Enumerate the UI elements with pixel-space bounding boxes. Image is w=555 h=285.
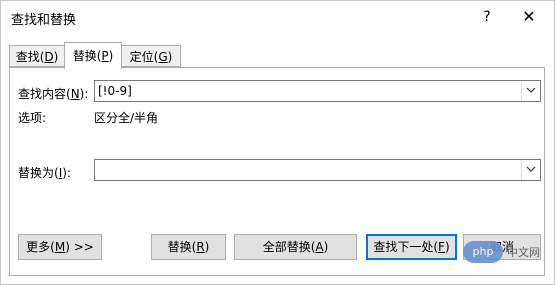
- find-input[interactable]: [!0-9]: [94, 80, 541, 102]
- find-replace-dialog: 查找和替换 ? ✕ 查找(D) 替换(P) 定位(G) 查找内容(N): [!0…: [0, 0, 555, 285]
- chevron-down-icon: [526, 166, 536, 172]
- find-input-value: [!0-9]: [98, 84, 132, 98]
- tab-goto[interactable]: 定位(G): [121, 45, 181, 67]
- replace-label: 替换为(I):: [18, 166, 71, 180]
- watermark-text: 中文网: [507, 246, 540, 259]
- replace-button[interactable]: 替换(R): [151, 234, 226, 260]
- tab-find[interactable]: 查找(D): [9, 45, 65, 67]
- replace-dropdown-button[interactable]: [521, 160, 540, 180]
- tab-replace[interactable]: 替换(P): [64, 42, 122, 69]
- help-button[interactable]: ?: [475, 5, 499, 29]
- dialog-title: 查找和替换: [11, 13, 77, 28]
- options-value: 区分全/半角: [94, 111, 159, 125]
- find-label: 查找内容(N):: [18, 87, 89, 101]
- title-bar: 查找和替换 ? ✕: [1, 1, 554, 33]
- find-dropdown-button[interactable]: [521, 81, 540, 101]
- more-button[interactable]: 更多(M) >>: [18, 234, 102, 260]
- replace-input[interactable]: [94, 159, 541, 181]
- php-watermark: php 中文网: [463, 239, 553, 267]
- close-button[interactable]: ✕: [517, 5, 541, 29]
- replace-all-button[interactable]: 全部替换(A): [234, 234, 357, 260]
- options-label: 选项:: [18, 111, 47, 125]
- chevron-down-icon: [526, 87, 536, 93]
- find-next-button[interactable]: 查找下一处(F): [366, 234, 457, 260]
- php-logo: php: [463, 241, 503, 263]
